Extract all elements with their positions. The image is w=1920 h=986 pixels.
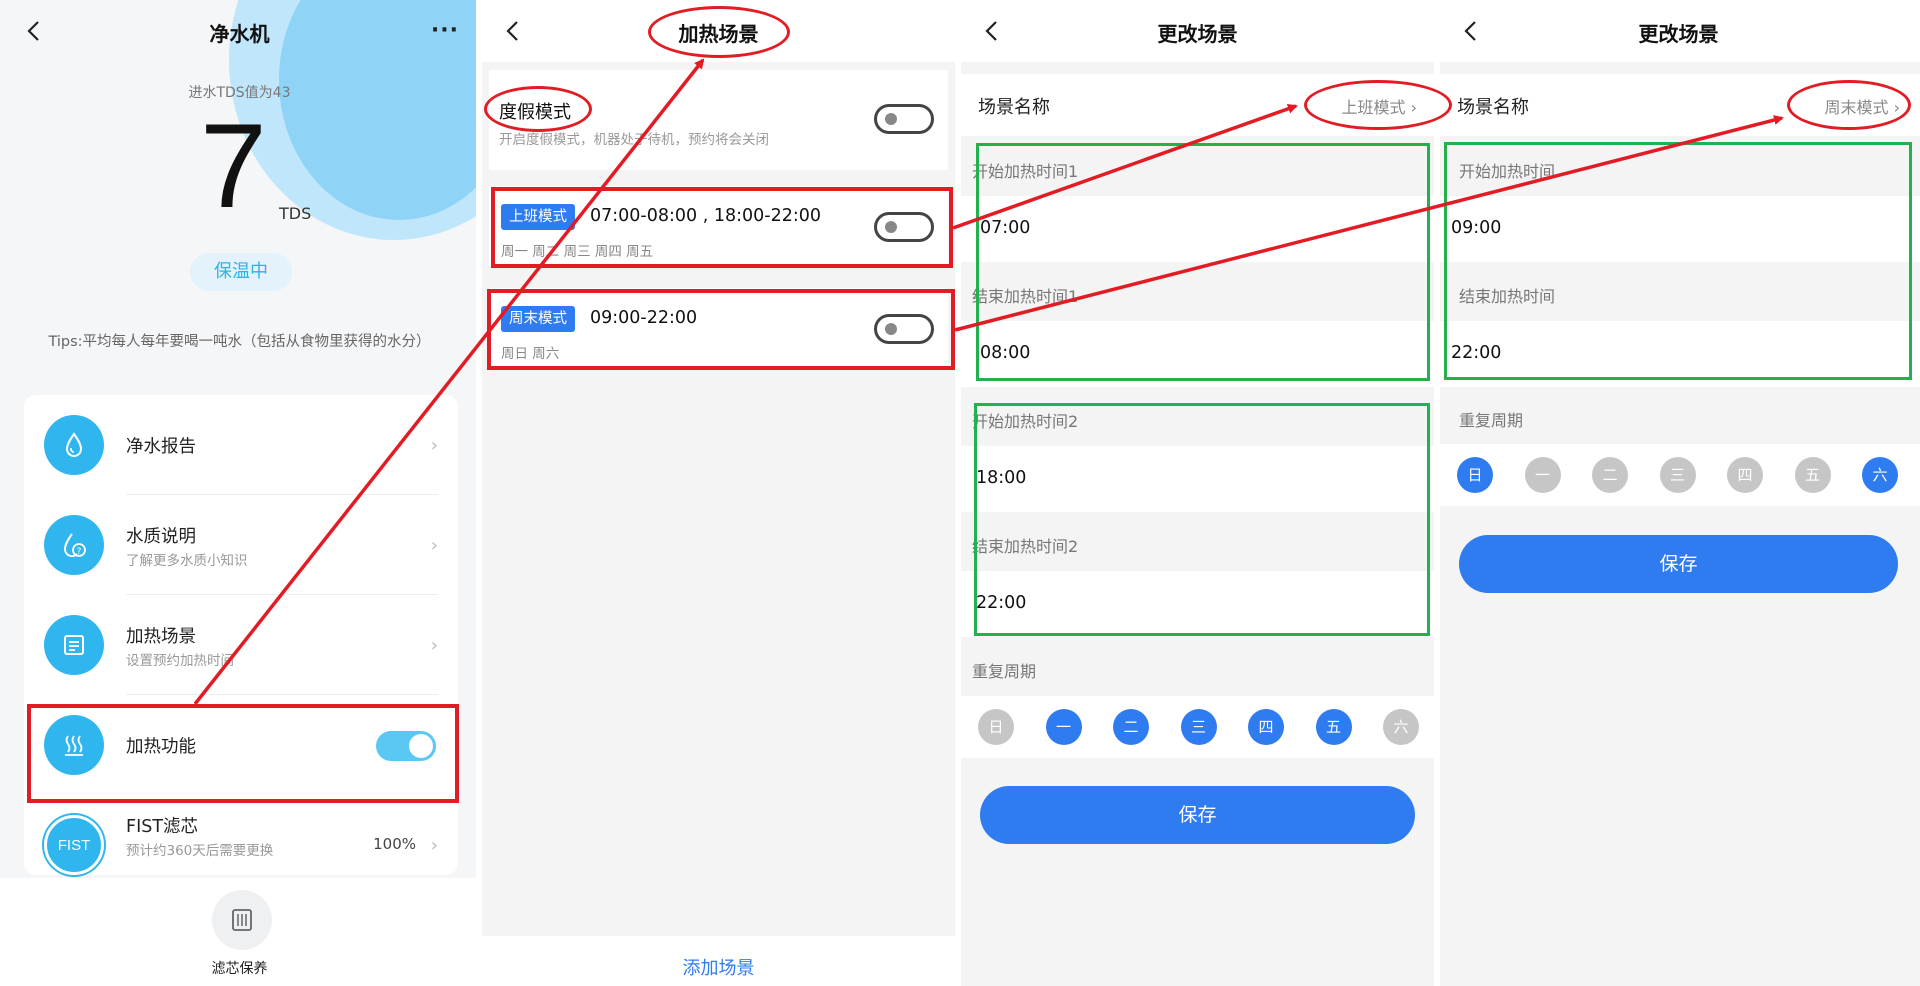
bottom-bar: 滤芯保养	[0, 878, 479, 986]
annotation-oval-work-name	[1304, 80, 1452, 130]
header: 更改场景	[958, 0, 1437, 62]
menu-title: 水质说明	[126, 527, 196, 547]
chevron-right-icon: ›	[430, 535, 438, 556]
annotation-oval-title	[648, 6, 790, 58]
header: 更改场景	[1437, 0, 1920, 62]
weekday-3[interactable]: 三	[1180, 709, 1217, 745]
weekday-6[interactable]: 六	[1862, 457, 1898, 493]
annotation-box-weekend-scene	[487, 289, 955, 370]
tips-text: Tips:平均每人每年要喝一吨水（包括从食物里获得的水分）	[48, 334, 431, 350]
weekday-5[interactable]: 五	[1794, 457, 1831, 493]
add-scene-button[interactable]: 添加场景	[479, 954, 958, 980]
repeat-label: 重复周期	[1459, 411, 1524, 430]
repeat-label: 重复周期	[972, 662, 1037, 681]
filter-percent: 100%	[373, 835, 416, 853]
water-purifier-panel: 净水机 ··· 进水TDS值为43 7 TDS 保温中 Tips:平均每人每年要…	[0, 0, 479, 986]
water-question-icon: ?	[44, 515, 104, 575]
menu-title: FIST滤芯	[126, 817, 199, 837]
scene-name-label: 场景名称	[978, 97, 1050, 118]
page-title: 更改场景	[1157, 22, 1238, 46]
weekday-1[interactable]: 一	[1524, 457, 1561, 493]
page-title: 净水机	[209, 22, 270, 46]
schedule-list-icon	[44, 615, 104, 675]
filter-grid-icon	[232, 909, 252, 931]
filter-maintenance-button[interactable]	[212, 890, 272, 950]
weekday-4[interactable]: 四	[1727, 457, 1763, 493]
weekday-6[interactable]: 六	[1383, 709, 1419, 745]
menu-subtitle: 预计约360天后需要更换	[126, 843, 274, 859]
annotation-green-box-period-1	[976, 143, 1430, 381]
tds-unit: TDS	[279, 204, 312, 223]
svg-text:?: ?	[77, 547, 82, 557]
menu-item-report[interactable]: 净水报告 ›	[24, 395, 458, 495]
heating-scene-panel: 加热场景 度假模式 开启度假模式，机器处于待机，预约将会关闭 上班模式 07:0…	[479, 0, 958, 986]
fist-filter-icon: FIST	[44, 815, 104, 875]
filter-maintenance-label: 滤芯保养	[211, 961, 268, 977]
annotation-oval-vacation	[484, 86, 592, 132]
weekday-4[interactable]: 四	[1248, 709, 1284, 745]
weekday-3[interactable]: 三	[1659, 457, 1696, 493]
header: 净水机 ···	[0, 0, 479, 62]
menu-subtitle: 了解更多水质小知识	[126, 553, 248, 569]
save-button[interactable]: 保存	[1459, 535, 1898, 593]
annotation-box-heating-function	[27, 704, 459, 803]
weekday-2[interactable]: 二	[1113, 709, 1149, 745]
chevron-right-icon: ›	[430, 835, 438, 856]
menu-subtitle: 设置预约加热时间	[126, 653, 234, 669]
menu-card: 净水报告 › ? 水质说明 了解更多水质小知识 › 加热场景 设置预约加热时间 …	[24, 395, 458, 875]
chevron-right-icon: ›	[430, 635, 438, 656]
chevron-right-icon: ›	[430, 435, 438, 456]
scene-name-label: 场景名称	[1457, 97, 1529, 118]
menu-title: 净水报告	[126, 437, 196, 457]
save-button[interactable]: 保存	[980, 786, 1415, 844]
tds-value: 7	[200, 99, 267, 233]
weekday-5[interactable]: 五	[1315, 709, 1352, 745]
status-badge: 保温中	[190, 253, 292, 291]
annotation-oval-weekend-name	[1787, 80, 1911, 130]
water-drop-icon	[44, 415, 104, 475]
menu-title: 加热场景	[126, 627, 196, 647]
page-title: 更改场景	[1638, 22, 1719, 46]
annotation-green-box-weekend-period	[1444, 142, 1912, 380]
menu-item-heating-scene[interactable]: 加热场景 设置预约加热时间 ›	[24, 595, 458, 695]
menu-item-water-quality[interactable]: ? 水质说明 了解更多水质小知识 ›	[24, 495, 458, 595]
vacation-toggle[interactable]	[874, 104, 934, 134]
annotation-green-box-period-2	[974, 403, 1430, 636]
weekday-0[interactable]: 日	[1457, 457, 1493, 493]
more-icon[interactable]: ···	[431, 18, 459, 43]
weekday-1[interactable]: 一	[1045, 709, 1082, 745]
weekday-2[interactable]: 二	[1592, 457, 1628, 493]
annotation-box-work-scene	[491, 187, 953, 268]
weekday-0[interactable]: 日	[978, 709, 1014, 745]
